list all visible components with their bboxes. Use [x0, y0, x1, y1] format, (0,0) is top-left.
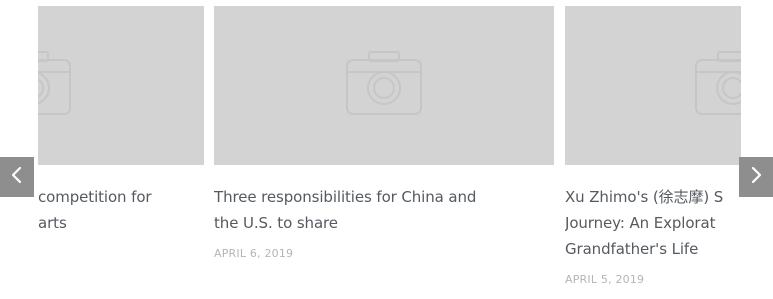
news-card-title-line[interactable]: Three responsibilities for China and — [214, 184, 554, 210]
news-card-image-placeholder[interactable] — [565, 6, 741, 165]
news-card-title-line[interactable]: Xu Zhimo's (徐志摩) S — [565, 184, 741, 210]
news-card-date: APRIL 6, 2019 — [214, 247, 294, 260]
camera-placeholder-icon — [345, 50, 423, 116]
news-card-title-line[interactable]: arts — [38, 210, 204, 236]
news-card-title-line[interactable]: Journey: An Explorat — [565, 210, 741, 236]
news-card-title[interactable]: Xu Zhimo's (徐志摩) S Journey: An Explorat … — [565, 184, 741, 262]
carousel-prev-button[interactable] — [0, 157, 34, 197]
news-card[interactable]: competition for arts — [38, 6, 204, 236]
news-card-title-line[interactable]: Grandfather's Life — [565, 236, 741, 262]
camera-placeholder-icon — [38, 50, 72, 116]
news-card-title-line[interactable]: competition for — [38, 184, 204, 210]
chevron-left-icon — [10, 165, 24, 189]
news-carousel: competition for arts Three responsibilit… — [0, 0, 773, 299]
news-card-title-line[interactable]: the U.S. to share — [214, 210, 554, 236]
news-card-title[interactable]: Three responsibilities for China and the… — [214, 184, 554, 236]
news-card-title[interactable]: competition for arts — [38, 184, 204, 236]
news-card-image-placeholder[interactable] — [214, 6, 554, 165]
chevron-right-icon — [749, 165, 763, 189]
news-card-image-placeholder[interactable] — [38, 6, 204, 165]
news-card-date: APRIL 5, 2019 — [565, 273, 645, 286]
camera-placeholder-icon — [694, 50, 741, 116]
news-card[interactable]: Xu Zhimo's (徐志摩) S Journey: An Explorat … — [565, 6, 741, 286]
carousel-next-button[interactable] — [739, 157, 773, 197]
news-card[interactable]: Three responsibilities for China and the… — [214, 6, 554, 260]
